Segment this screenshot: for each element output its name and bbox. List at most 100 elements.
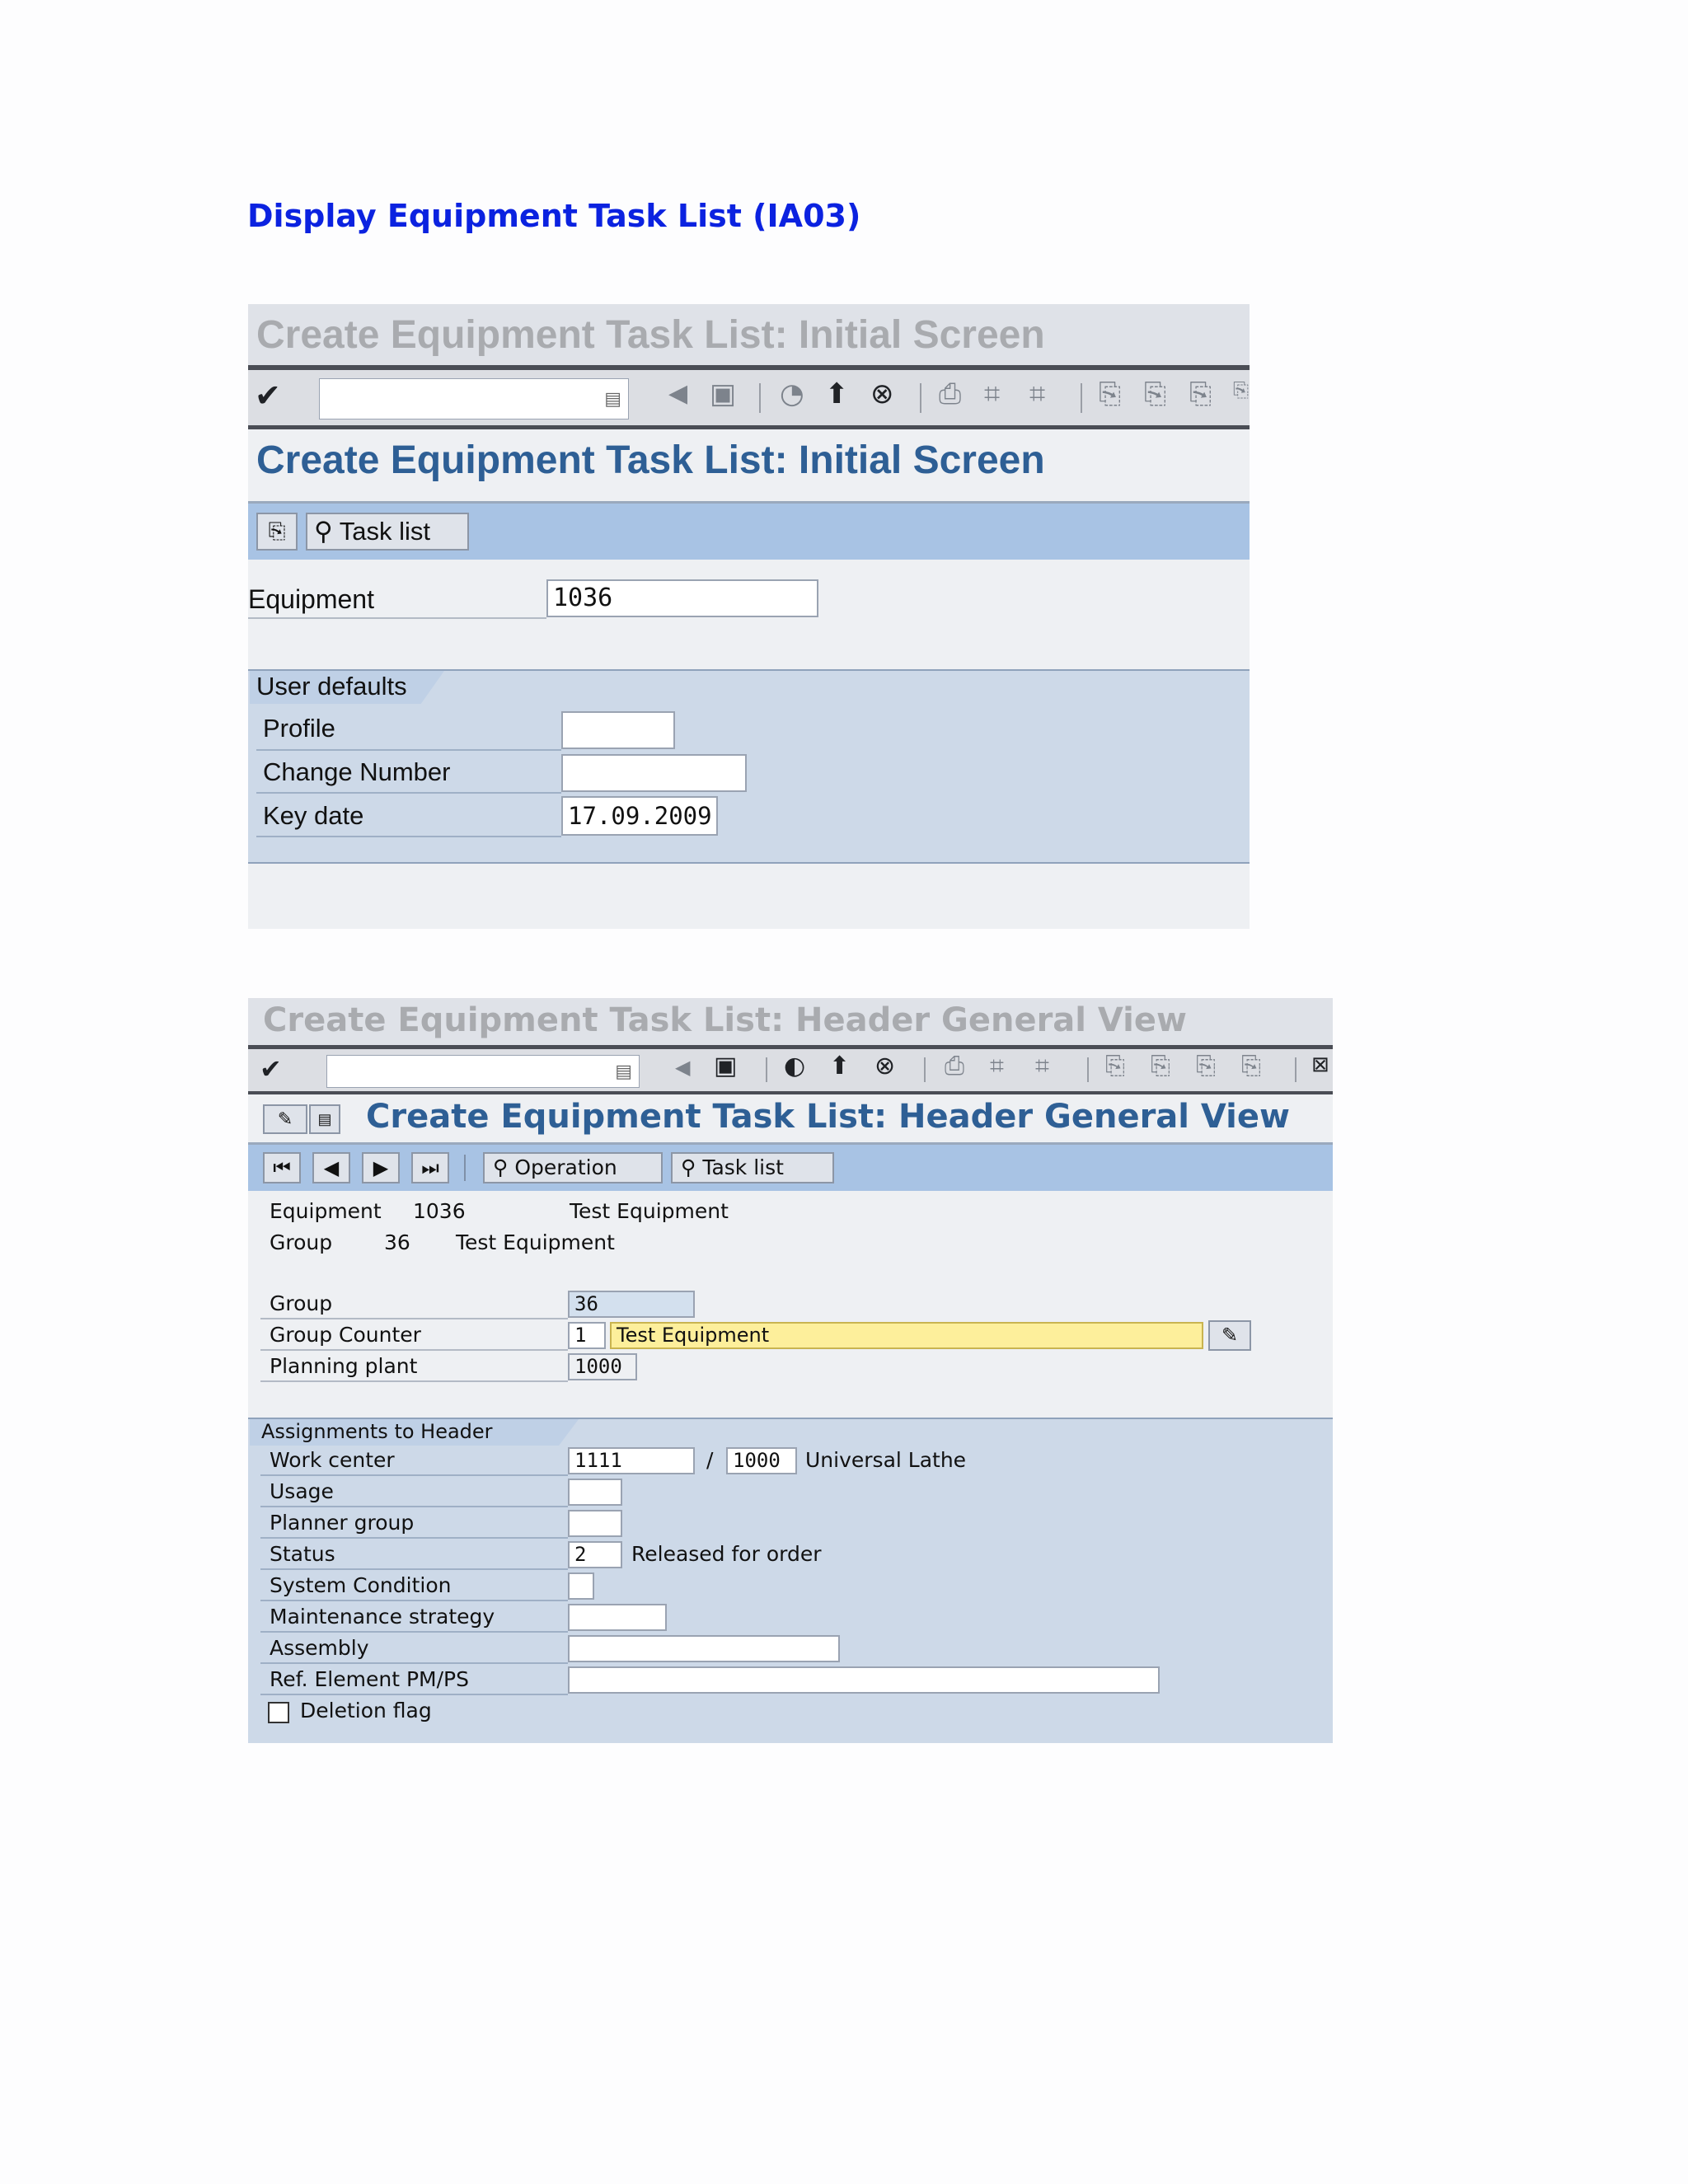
group-counter-input[interactable]: 1 <box>568 1322 606 1349</box>
copy-from-icon: ⎘ <box>268 518 286 543</box>
deletion-flag-checkbox[interactable] <box>268 1702 289 1723</box>
window-title: Create Equipment Task List: Header Gener… <box>263 1001 1187 1039</box>
group-input: 36 <box>568 1291 695 1318</box>
user-defaults-title: User defaults <box>250 671 444 704</box>
status-description: Released for order <box>631 1542 822 1566</box>
work-center-input[interactable]: 1111 <box>568 1447 695 1474</box>
task-list-icon: ⚲ <box>681 1155 696 1179</box>
assignments-title: Assignments to Header <box>250 1419 579 1446</box>
operation-button[interactable]: ⚲ Operation <box>483 1152 663 1183</box>
planner-group-label: Planner group <box>270 1511 415 1535</box>
application-toolbar: ⎘ ⚲ Task list <box>248 504 1250 560</box>
work-center-plant-input[interactable]: 1000 <box>726 1447 797 1474</box>
screen-title-bar: Create Equipment Task List: Initial Scre… <box>248 429 1250 504</box>
long-text-button[interactable]: ✎ <box>1208 1320 1251 1351</box>
maintenance-strategy-input[interactable] <box>568 1604 667 1631</box>
equipment-input[interactable]: 1036 <box>546 579 818 617</box>
first-record-button[interactable]: ⏮ <box>263 1152 301 1183</box>
up-icon[interactable]: ⬆ <box>829 1054 850 1079</box>
find-icon[interactable]: ⌗ <box>990 1054 1004 1079</box>
other-object-icon: ▤ <box>317 1111 332 1127</box>
find-next-icon[interactable]: ⌗ <box>1035 1054 1049 1079</box>
save-icon[interactable]: ▣ <box>714 1054 737 1079</box>
first-record-icon: ⏮ <box>273 1156 291 1179</box>
cancel-icon[interactable]: ⊗ <box>874 1054 895 1079</box>
copy-from-button[interactable]: ⎘ <box>256 513 298 551</box>
back-icon[interactable]: ◐ <box>784 1054 805 1079</box>
up-icon[interactable]: ⬆ <box>825 380 849 408</box>
standard-toolbar: ✔ ▤ ◀ ▣ ◔ ⬆ ⊗ ⎙ ⌗ ⌗ ⎘ ⎘ ⎘ ⎘ <box>248 365 1250 429</box>
maintenance-strategy-label: Maintenance strategy <box>270 1605 495 1629</box>
assembly-input[interactable] <box>568 1635 840 1662</box>
last-record-button[interactable]: ⏭ <box>411 1152 449 1183</box>
print-icon[interactable]: ⎙ <box>939 380 961 408</box>
other-object-button[interactable]: ▤ <box>309 1104 340 1134</box>
next-page-icon[interactable]: ⎘ <box>1196 1054 1216 1079</box>
print-icon[interactable]: ⎙ <box>945 1054 964 1079</box>
back-arrow-icon[interactable]: ◀ <box>675 1057 690 1077</box>
last-page-icon[interactable]: ⎘ <box>1233 380 1249 400</box>
usage-label: Usage <box>270 1479 334 1503</box>
cancel-icon[interactable]: ⊗ <box>870 380 894 408</box>
screen-title: Create Equipment Task List: Initial Scre… <box>256 438 1045 482</box>
back-arrow-icon[interactable]: ◀ <box>668 382 687 406</box>
previous-record-icon: ◀ <box>323 1156 340 1179</box>
profile-label: Profile <box>263 714 335 743</box>
last-record-icon: ⏭ <box>421 1156 439 1179</box>
next-record-button[interactable]: ▶ <box>362 1152 400 1183</box>
document-heading: Display Equipment Task List (IA03) <box>247 198 861 234</box>
profile-input[interactable] <box>561 711 675 749</box>
info-group-description: Test Equipment <box>456 1230 615 1254</box>
usage-input[interactable] <box>568 1479 622 1506</box>
key-date-input[interactable]: 17.09.2009 <box>561 796 718 836</box>
group-counter-label: Group Counter <box>270 1323 421 1347</box>
task-list-button[interactable]: ⚲ Task list <box>306 513 469 551</box>
find-next-icon[interactable]: ⌗ <box>1029 380 1045 408</box>
status-label: Status <box>270 1542 335 1566</box>
previous-page-icon[interactable]: ⎘ <box>1144 380 1166 408</box>
system-condition-input[interactable] <box>568 1572 594 1600</box>
last-page-icon[interactable]: ⎘ <box>1241 1054 1261 1079</box>
find-icon[interactable]: ⌗ <box>984 380 1000 408</box>
next-page-icon[interactable]: ⎘ <box>1189 380 1212 408</box>
change-number-input[interactable] <box>561 754 747 792</box>
next-record-icon: ▶ <box>373 1156 389 1179</box>
first-page-icon[interactable]: ⎘ <box>1105 1054 1125 1079</box>
info-group-label: Group <box>270 1230 333 1254</box>
command-field[interactable]: ▤ <box>326 1055 640 1088</box>
task-list-button[interactable]: ⚲ Task list <box>671 1152 834 1183</box>
dropdown-icon[interactable]: ▤ <box>615 1062 632 1082</box>
work-center-label: Work center <box>270 1448 395 1472</box>
enter-icon[interactable]: ✔ <box>255 380 281 411</box>
planning-plant-input: 1000 <box>568 1353 637 1380</box>
ref-element-input[interactable] <box>568 1666 1160 1694</box>
status-input[interactable]: 2 <box>568 1541 622 1568</box>
save-icon[interactable]: ▣ <box>710 380 736 408</box>
first-page-icon[interactable]: ⎘ <box>1099 380 1121 408</box>
previous-record-button[interactable]: ◀ <box>312 1152 350 1183</box>
window-titlebar: Create Equipment Task List: Initial Scre… <box>248 304 1250 365</box>
info-group-value: 36 <box>384 1230 410 1254</box>
display-change-button[interactable]: ✎ <box>263 1104 307 1134</box>
deletion-flag-label: Deletion flag <box>300 1699 432 1722</box>
window-title: Create Equipment Task List: Initial Scre… <box>256 313 1045 357</box>
initial-screen-window: Create Equipment Task List: Initial Scre… <box>248 304 1250 929</box>
work-center-description: Universal Lathe <box>805 1448 967 1472</box>
group-label: Group <box>270 1291 333 1315</box>
info-equipment-description: Test Equipment <box>570 1199 729 1223</box>
command-field[interactable]: ▤ <box>319 378 629 419</box>
system-condition-label: System Condition <box>270 1573 452 1597</box>
ref-element-label: Ref. Element PM/PS <box>270 1667 469 1691</box>
edit-text-icon: ✎ <box>1221 1324 1239 1347</box>
work-center-separator: / <box>706 1448 714 1472</box>
group-counter-description[interactable]: Test Equipment <box>610 1322 1203 1349</box>
new-session-icon[interactable]: ⊠ <box>1311 1054 1329 1076</box>
operation-icon: ⚲ <box>493 1155 509 1179</box>
back-icon[interactable]: ◔ <box>780 380 804 408</box>
previous-page-icon[interactable]: ⎘ <box>1151 1054 1170 1079</box>
screen-title-bar: ✎ ▤ Create Equipment Task List: Header G… <box>248 1094 1333 1146</box>
planner-group-input[interactable] <box>568 1510 622 1537</box>
dropdown-icon[interactable]: ▤ <box>604 389 621 410</box>
enter-icon[interactable]: ✔ <box>260 1056 282 1082</box>
window-titlebar: Create Equipment Task List: Header Gener… <box>248 998 1333 1045</box>
